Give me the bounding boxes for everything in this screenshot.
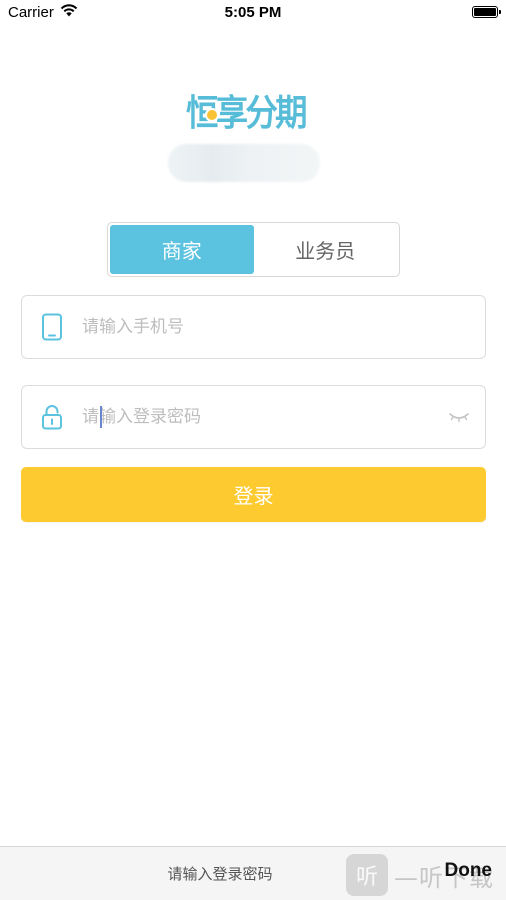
logo-coin-icon xyxy=(205,108,219,122)
done-button[interactable]: Done xyxy=(445,860,493,882)
battery-nub xyxy=(499,10,501,14)
role-segmented-control: 商家 业务员 xyxy=(107,222,400,277)
battery-fill xyxy=(474,8,496,16)
password-field[interactable] xyxy=(21,385,486,449)
keyboard-toolbar-hint: 请输入登录密码 xyxy=(167,865,273,883)
battery-icon xyxy=(472,6,501,18)
brand-logo: 恒享分期 xyxy=(168,80,338,184)
segment-merchant[interactable]: 商家 xyxy=(110,225,254,274)
phone-field[interactable] xyxy=(21,295,486,359)
logo-blurred-tagline xyxy=(168,144,320,182)
phone-input[interactable] xyxy=(82,307,485,347)
lock-icon xyxy=(22,385,82,449)
text-cursor xyxy=(100,406,102,428)
login-button[interactable]: 登录 xyxy=(21,467,486,522)
eye-closed-icon[interactable] xyxy=(433,385,485,449)
status-bar: Carrier 5:05 PM xyxy=(0,0,506,26)
phone-icon xyxy=(22,295,82,359)
password-input[interactable] xyxy=(82,397,433,437)
keyboard-toolbar: 请输入登录密码 听 —听下载 Done xyxy=(0,846,506,900)
segment-salesperson[interactable]: 业务员 xyxy=(254,225,398,274)
status-time: 5:05 PM xyxy=(224,4,282,21)
